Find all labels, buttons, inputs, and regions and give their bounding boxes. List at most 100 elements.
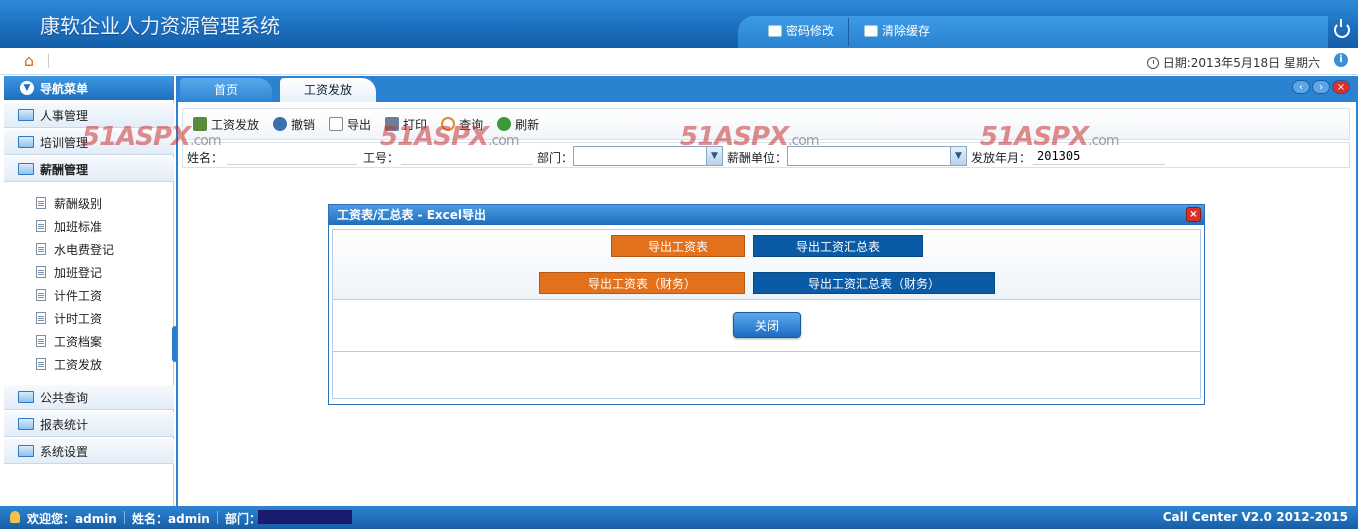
watermark-brand: 51ASPX [980,122,1089,152]
sidebar-item-label: 加班登记 [54,265,103,280]
date-text: 日期:2013年5月18日 星期六 [1162,56,1320,70]
status-divider [217,511,218,524]
logout-power-icon[interactable] [1334,19,1350,38]
sidebar-group-label: 系统设置 [40,444,89,459]
copyright-text: Call Center V2.0 2012-2015 [1163,510,1348,524]
export-dialog: 工资表/汇总表 - Excel导出 × 导出工资表 导出工资汇总表 导出工资表（… [328,204,1205,405]
sidebar-group-reports[interactable]: 报表统计 [4,412,174,437]
years-text: 2012-2015 [1276,510,1348,524]
sidebar-group-label: 公共查询 [40,390,89,405]
export-buttons-area: 导出工资表 导出工资汇总表 导出工资表（财务） 导出工资汇总表（财务） [333,230,1200,300]
folder-icon [18,136,34,148]
close-button[interactable]: 关闭 [733,312,801,338]
tab-controls: ‹ › × [1292,80,1350,94]
export-button[interactable]: 导出 [329,116,371,133]
watermark-suffix: .com [788,133,819,149]
sidebar-item-label: 工资档案 [54,334,103,349]
sidebar-group-label: 人事管理 [40,108,89,123]
change-password-link[interactable]: 密码修改 [768,22,834,39]
top-divider [848,18,849,46]
password-icon [768,24,782,37]
export-salary-finance-button[interactable]: 导出工资表（财务） [539,272,745,294]
name-input[interactable] [227,147,357,165]
clear-cache-link[interactable]: 清除缓存 [864,22,930,39]
info-icon[interactable]: i [1334,53,1348,67]
sidebar-item-label: 薪酬级别 [54,196,103,211]
document-icon [36,312,46,324]
tab-salary-issue[interactable]: 工资发放 [280,78,376,102]
export-summary-button[interactable]: 导出工资汇总表 [753,235,923,257]
folder-icon [18,109,34,121]
dept-text: 部门： [225,512,262,526]
sub-bar: ⌂ 日期:2013年5月18日 星期六 i [0,48,1358,75]
sidebar-item-overtime-record[interactable]: 加班登记 [36,262,102,282]
status-bar: 欢迎您：admin 姓名：admin 部门： Call Center V2.0 … [0,506,1358,529]
chevron-down-icon: ▼ [950,147,966,165]
top-banner: 康软企业人力资源管理系统 密码修改 清除缓存 [0,0,1358,48]
sidebar-item-salary-archive[interactable]: 工资档案 [36,331,102,351]
sidebar-item-label: 计时工资 [54,311,103,326]
sidebar-item-utility-fees[interactable]: 水电费登记 [36,239,114,259]
sidebar-group-label: 培训管理 [40,135,89,150]
home-icon[interactable]: ⌂ [20,52,38,70]
sidebar-header-label: 导航菜单 [40,81,89,96]
sidebar-item-piece-wage[interactable]: 计件工资 [36,285,102,305]
sidebar-item-overtime-standard[interactable]: 加班标准 [36,216,102,236]
export-salary-button[interactable]: 导出工资表 [611,235,745,257]
sidebar-group-label: 报表统计 [40,417,89,432]
watermark-brand: 51ASPX [380,122,489,152]
watermark-suffix: .com [488,133,519,149]
document-icon [36,220,46,232]
export-icon [329,117,344,131]
sidebar-item-salary-level[interactable]: 薪酬级别 [36,193,102,213]
undo-icon [273,117,288,131]
sidebar-item-hourly-wage[interactable]: 计时工资 [36,308,102,328]
export-label: 导出 [347,117,372,132]
dialog-footer: 关闭 [333,300,1200,352]
sidebar-item-label: 工资发放 [54,357,103,372]
user-icon [10,511,20,523]
folder-icon [18,445,34,457]
welcome-text: 欢迎您：admin [27,512,117,526]
dialog-body: 导出工资表 导出工资汇总表 导出工资表（财务） 导出工资汇总表（财务） 关闭 [332,229,1201,399]
document-icon [36,358,46,370]
tab-prev-icon[interactable]: ‹ [1292,80,1310,94]
sidebar-group-public-query[interactable]: 公共查询 [4,385,174,410]
export-summary-finance-button[interactable]: 导出工资汇总表（财务） [753,272,995,294]
revoke-button[interactable]: 撤销 [273,116,315,133]
folder-icon [18,418,34,430]
sidebar-item-salary-issue[interactable]: 工资发放 [36,354,102,374]
document-icon [36,335,46,347]
document-icon [36,197,46,209]
folder-icon [18,391,34,403]
chevron-down-icon: ▼ [20,81,34,95]
watermark-logo: 51ASPX.com [980,122,1120,152]
watermark-brand: 51ASPX [82,122,191,152]
dialog-close-icon[interactable]: × [1186,207,1201,222]
document-icon [36,266,46,278]
tab-close-icon[interactable]: × [1332,80,1350,94]
user-name-text: 姓名：admin [132,512,210,526]
watermark-logo: 51ASPX.com [380,122,520,152]
sidebar-group-settings[interactable]: 系统设置 [4,439,174,464]
sidebar-header: ▼ 导航菜单 [4,76,174,100]
clear-cache-label: 清除缓存 [882,24,931,38]
redacted-block [258,510,352,524]
sidebar-group-salary[interactable]: 薪酬管理 [4,157,174,182]
top-links-bar: 密码修改 清除缓存 [738,16,1328,48]
watermark-suffix: .com [1088,133,1119,149]
clock-icon [1146,56,1159,69]
clear-cache-icon [864,24,878,37]
subbar-divider [48,54,49,68]
revoke-label: 撤销 [291,117,316,132]
change-password-label: 密码修改 [786,24,835,38]
watermark-logo: 51ASPX.com [680,122,820,152]
version-text: Call Center V2.0 [1162,510,1273,524]
tab-home[interactable]: 首页 [180,78,272,102]
app-title: 康软企业人力资源管理系统 [40,14,280,38]
tab-next-icon[interactable]: › [1312,80,1330,94]
refresh-label: 刷新 [515,117,540,132]
date-display: 日期:2013年5月18日 星期六 [1146,54,1320,71]
dept-label: 部门： [537,151,574,165]
watermark-logo: 51ASPX.com [82,122,222,152]
